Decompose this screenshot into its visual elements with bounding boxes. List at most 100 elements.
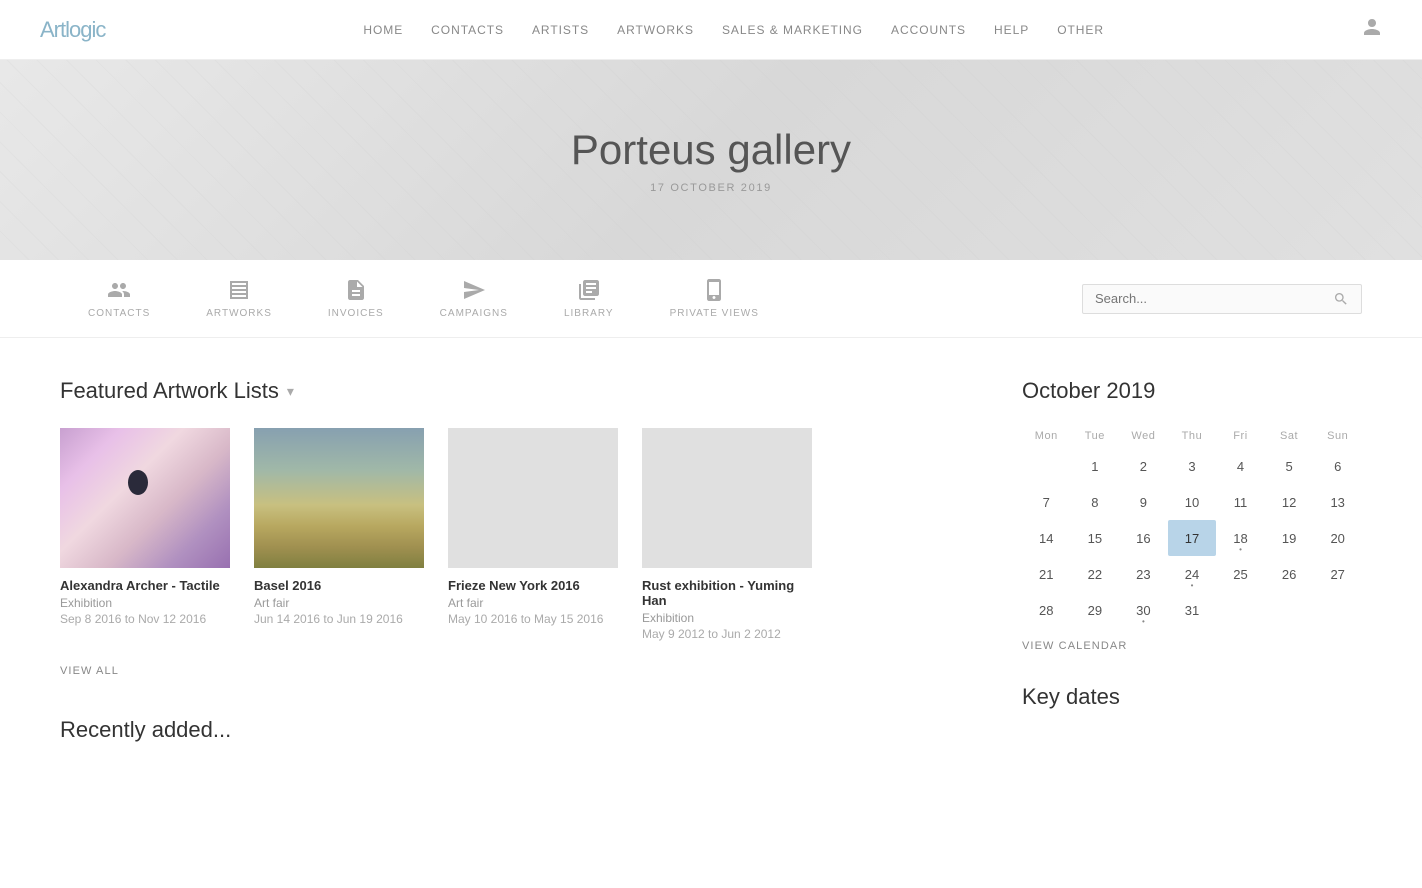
left-panel: Featured Artwork Lists ▾ Alexandra Arche… bbox=[60, 378, 962, 743]
logo[interactable]: Artlogic bbox=[40, 17, 105, 43]
view-all-link[interactable]: VIEW ALL bbox=[60, 665, 119, 677]
calendar-day[interactable]: 21 bbox=[1022, 556, 1071, 592]
artwork-name-1: Alexandra Archer - Tactile bbox=[60, 578, 230, 593]
artwork-thumb-3[interactable] bbox=[448, 428, 618, 568]
calendar-day[interactable]: 12 bbox=[1265, 484, 1314, 520]
calendar-day[interactable]: 22 bbox=[1071, 556, 1120, 592]
main-content: Featured Artwork Lists ▾ Alexandra Arche… bbox=[0, 338, 1422, 783]
nav-privateviews-icon-item[interactable]: PRIVATE VIEWS bbox=[642, 260, 787, 337]
artwork-date-3: May 10 2016 to May 15 2016 bbox=[448, 612, 618, 626]
privateviews-icon bbox=[702, 278, 726, 302]
hero-date: 17 OCTOBER 2019 bbox=[650, 182, 772, 194]
icon-nav-items: CONTACTS ARTWORKS INVOICES CAMPAIGNS LIB… bbox=[60, 260, 787, 337]
nav-campaigns-icon-item[interactable]: CAMPAIGNS bbox=[412, 260, 536, 337]
artwork-type-2: Art fair bbox=[254, 596, 424, 610]
calendar-day-header: Sat bbox=[1265, 424, 1314, 448]
calendar-day-header: Tue bbox=[1071, 424, 1120, 448]
search-input[interactable] bbox=[1095, 291, 1333, 306]
calendar-day[interactable]: 31 bbox=[1168, 592, 1217, 628]
calendar-day[interactable]: 29 bbox=[1071, 592, 1120, 628]
nav-artworks-icon-item[interactable]: ARTWORKS bbox=[178, 260, 300, 337]
calendar-day[interactable]: 14 bbox=[1022, 520, 1071, 556]
artwork-date-4: May 9 2012 to Jun 2 2012 bbox=[642, 627, 812, 641]
calendar-day[interactable]: 11 bbox=[1216, 484, 1265, 520]
nav-home[interactable]: HOME bbox=[363, 23, 403, 37]
calendar-day[interactable]: 8 bbox=[1071, 484, 1120, 520]
calendar-day bbox=[1022, 448, 1071, 484]
artwork-card-2: Basel 2016 Art fair Jun 14 2016 to Jun 1… bbox=[254, 428, 424, 641]
calendar-day[interactable]: 2 bbox=[1119, 448, 1168, 484]
artwork-date-2: Jun 14 2016 to Jun 19 2016 bbox=[254, 612, 424, 626]
artwork-name-4: Rust exhibition - Yuming Han bbox=[642, 578, 812, 608]
calendar-title: October 2019 bbox=[1022, 378, 1362, 404]
calendar-day[interactable]: 17 bbox=[1168, 520, 1217, 556]
nav-contacts[interactable]: CONTACTS bbox=[431, 23, 504, 37]
campaigns-icon bbox=[462, 278, 486, 302]
calendar-day[interactable]: 7 bbox=[1022, 484, 1071, 520]
calendar-day[interactable]: 5 bbox=[1265, 448, 1314, 484]
calendar-day[interactable]: 24 bbox=[1168, 556, 1217, 592]
calendar-day[interactable]: 20 bbox=[1313, 520, 1362, 556]
artwork-thumb-2[interactable] bbox=[254, 428, 424, 568]
calendar-day-header: Wed bbox=[1119, 424, 1168, 448]
campaigns-label: CAMPAIGNS bbox=[440, 308, 508, 319]
calendar-day[interactable]: 27 bbox=[1313, 556, 1362, 592]
calendar-day[interactable]: 19 bbox=[1265, 520, 1314, 556]
nav-artists[interactable]: ARTISTS bbox=[532, 23, 589, 37]
artwork-type-3: Art fair bbox=[448, 596, 618, 610]
calendar-day[interactable]: 30 bbox=[1119, 592, 1168, 628]
calendar-day[interactable]: 15 bbox=[1071, 520, 1120, 556]
calendar-day[interactable]: 28 bbox=[1022, 592, 1071, 628]
hero-banner: Porteus gallery 17 OCTOBER 2019 bbox=[0, 60, 1422, 260]
nav-links: HOME CONTACTS ARTISTS ARTWORKS SALES & M… bbox=[363, 23, 1104, 37]
invoices-icon bbox=[344, 278, 368, 302]
artwork-thumb-1[interactable] bbox=[60, 428, 230, 568]
nav-invoices-icon-item[interactable]: INVOICES bbox=[300, 260, 412, 337]
nav-library-icon-item[interactable]: LIBRARY bbox=[536, 260, 642, 337]
calendar-day[interactable]: 10 bbox=[1168, 484, 1217, 520]
calendar-day[interactable]: 16 bbox=[1119, 520, 1168, 556]
search-area bbox=[1082, 284, 1362, 314]
recently-added-title: Recently added... bbox=[60, 717, 962, 743]
nav-sales[interactable]: SALES & MARKETING bbox=[722, 23, 863, 37]
calendar-day[interactable]: 4 bbox=[1216, 448, 1265, 484]
artwork-thumb-4[interactable] bbox=[642, 428, 812, 568]
featured-section-header: Featured Artwork Lists ▾ bbox=[60, 378, 962, 404]
calendar-day[interactable]: 13 bbox=[1313, 484, 1362, 520]
artworks-label: ARTWORKS bbox=[206, 308, 272, 319]
calendar-day[interactable]: 1 bbox=[1071, 448, 1120, 484]
top-nav: Artlogic HOME CONTACTS ARTISTS ARTWORKS … bbox=[0, 0, 1422, 60]
artwork-name-3: Frieze New York 2016 bbox=[448, 578, 618, 593]
nav-contacts-icon-item[interactable]: CONTACTS bbox=[60, 260, 178, 337]
privateviews-label: PRIVATE VIEWS bbox=[670, 308, 759, 319]
view-calendar-link[interactable]: VIEW CALENDAR bbox=[1022, 640, 1127, 652]
nav-accounts[interactable]: ACCOUNTS bbox=[891, 23, 966, 37]
calendar-day-header: Thu bbox=[1168, 424, 1217, 448]
artwork-type-4: Exhibition bbox=[642, 611, 812, 625]
calendar-day[interactable]: 18 bbox=[1216, 520, 1265, 556]
calendar-day-header: Mon bbox=[1022, 424, 1071, 448]
calendar-day-header: Fri bbox=[1216, 424, 1265, 448]
invoices-label: INVOICES bbox=[328, 308, 384, 319]
calendar-day[interactable]: 23 bbox=[1119, 556, 1168, 592]
user-icon[interactable] bbox=[1362, 17, 1382, 42]
calendar-day bbox=[1265, 592, 1314, 628]
featured-title: Featured Artwork Lists bbox=[60, 378, 279, 404]
nav-help[interactable]: HELP bbox=[994, 23, 1029, 37]
nav-other[interactable]: OTHER bbox=[1057, 23, 1104, 37]
calendar-day[interactable]: 6 bbox=[1313, 448, 1362, 484]
nav-artworks[interactable]: ARTWORKS bbox=[617, 23, 694, 37]
calendar-day-header: Sun bbox=[1313, 424, 1362, 448]
calendar-day bbox=[1216, 592, 1265, 628]
calendar-table: MonTueWedThuFriSatSun 123456789101112131… bbox=[1022, 424, 1362, 628]
icon-nav: CONTACTS ARTWORKS INVOICES CAMPAIGNS LIB… bbox=[0, 260, 1422, 338]
calendar-day[interactable]: 25 bbox=[1216, 556, 1265, 592]
library-label: LIBRARY bbox=[564, 308, 614, 319]
featured-dropdown-arrow[interactable]: ▾ bbox=[287, 383, 294, 400]
calendar-day[interactable]: 9 bbox=[1119, 484, 1168, 520]
calendar-day[interactable]: 3 bbox=[1168, 448, 1217, 484]
contacts-label: CONTACTS bbox=[88, 308, 150, 319]
calendar-day[interactable]: 26 bbox=[1265, 556, 1314, 592]
artwork-card-1: Alexandra Archer - Tactile Exhibition Se… bbox=[60, 428, 230, 641]
calendar-section: October 2019 MonTueWedThuFriSatSun 12345… bbox=[1022, 378, 1362, 652]
